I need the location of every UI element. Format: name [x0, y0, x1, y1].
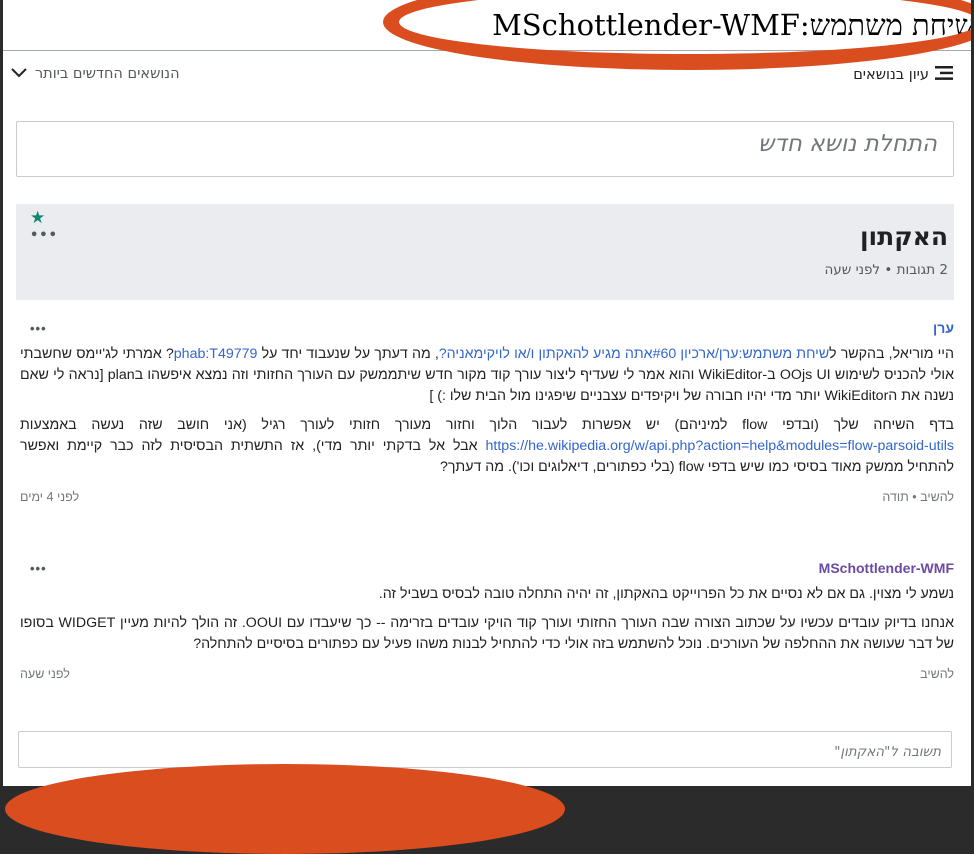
phab-link[interactable]: phab:T49779 [174, 346, 258, 362]
post-footer: להשיב • תודה לפני 4 ימים [20, 490, 954, 506]
text-run: היי מוריאל, בהקשר ל [829, 346, 954, 362]
post-footer: להשיב לפני שעה [20, 667, 954, 683]
new-topic-placeholder: התחלת נושא חדש [757, 131, 937, 157]
topic-title: האקתון [859, 222, 948, 251]
post-timestamp: לפני 4 ימים [20, 490, 80, 504]
api-link[interactable]: https://he.wikipedia.org/w/api.php?actio… [486, 438, 954, 454]
post-more-icon[interactable]: ••• [30, 322, 47, 335]
flow-page: שיחת משתמש:MSchottlender-WMF עיון בנושאי… [3, 0, 971, 786]
page-title: שיחת משתמש:MSchottlender-WMF [492, 8, 971, 42]
sort-dropdown[interactable]: הנושאים החדשים ביותר [11, 66, 180, 82]
topic-header: האקתון 2 תגובות • לפני שעה ★ ••• [16, 204, 954, 300]
star-icon[interactable]: ★ [30, 210, 45, 227]
post-more-icon[interactable]: ••• [30, 562, 47, 575]
post-paragraph: אנחנו בדיוק עובדים עכשיו על שכתוב הצורה … [20, 615, 954, 652]
post-paragraph: בדף השיחה שלך (ובדפי flow למיניהם) יש אפ… [20, 415, 954, 478]
post-timestamp: לפני שעה [20, 667, 70, 681]
post-paragraph: נשמע לי מצוין. גם אם לא נסיים את כל הפרו… [378, 586, 954, 602]
topic-navigation-bar: עיון בנושאים הנושאים החדשים ביותר [3, 58, 971, 92]
text-run: , מה דעתך על שנעבוד יחד על [257, 346, 439, 362]
text-run: בדף השיחה שלך (ובדפי flow למיניהם) יש אפ… [20, 417, 954, 433]
title-row: שיחת משתמש:MSchottlender-WMF [3, 0, 971, 51]
post-paragraph: היי מוריאל, בהקשר לשיחת משתמש:ערן/ארכיון… [20, 344, 954, 407]
reply-input[interactable]: תשובה ל"האקתון" [18, 731, 952, 768]
topic-more-icon[interactable]: ••• [30, 229, 58, 242]
highlight-oval-bottom [5, 764, 565, 854]
menu-icon [935, 66, 953, 84]
post-author[interactable]: MSchottlender-WMF [20, 560, 954, 576]
chevron-down-icon [11, 66, 27, 82]
reply-action[interactable]: להשיב [920, 667, 954, 681]
browse-topics-label: עיון בנושאים [853, 67, 929, 83]
archive-link[interactable]: שיחת משתמש:ערן/ארכיון #60אתה מגיע להאקתו… [439, 346, 829, 362]
reply-thank-actions[interactable]: להשיב • תודה [882, 490, 954, 504]
topic-meta: 2 תגובות • לפני שעה [824, 262, 948, 278]
post-author[interactable]: ערן [20, 320, 954, 336]
reply-placeholder: תשובה ל"האקתון" [834, 744, 941, 760]
sort-label: הנושאים החדשים ביותר [35, 66, 180, 82]
post-1: ערן ••• היי מוריאל, בהקשר לשיחת משתמש:ער… [20, 320, 954, 506]
post-2: MSchottlender-WMF ••• נשמע לי מצוין. גם … [20, 560, 954, 683]
browse-topics-button[interactable]: עיון בנושאים [853, 66, 953, 84]
new-topic-input[interactable]: התחלת נושא חדש [16, 121, 954, 177]
